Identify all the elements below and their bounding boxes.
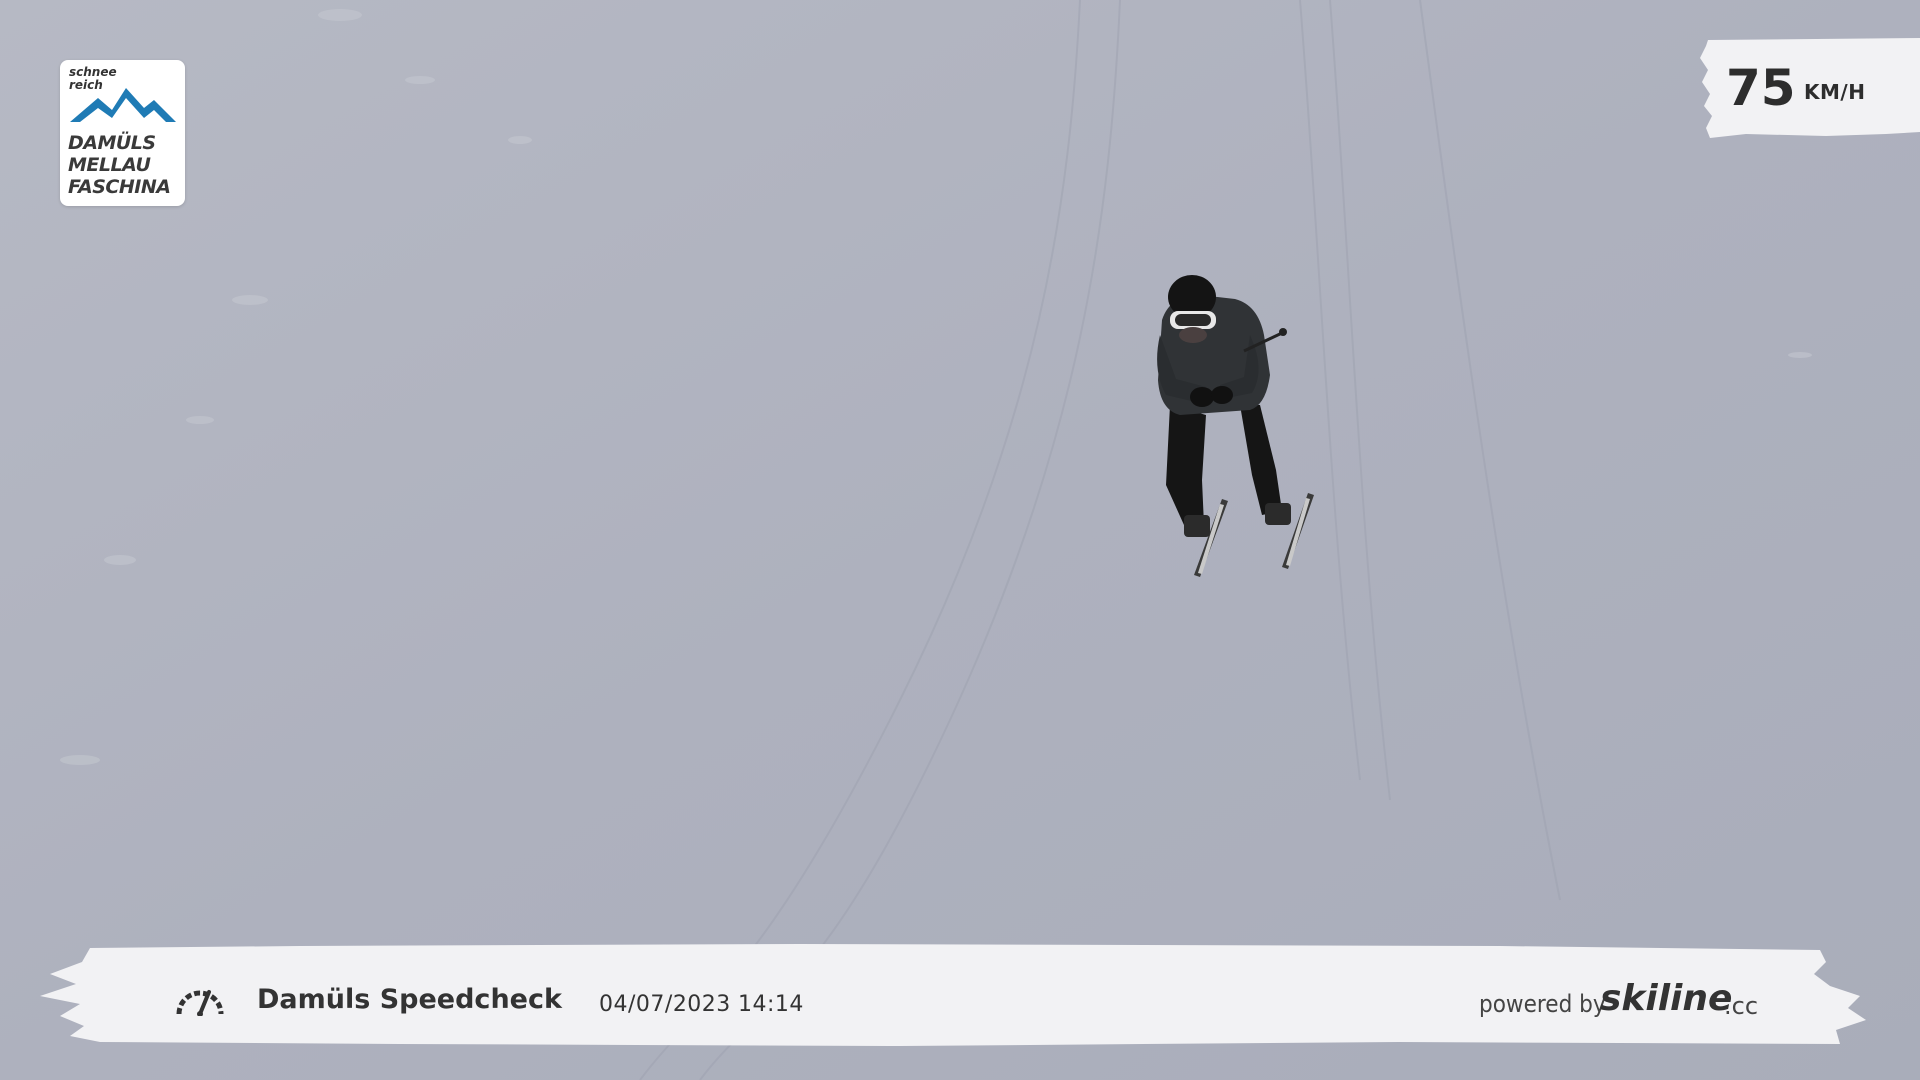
- speedcheck-title: Damüls Speedcheck: [257, 984, 562, 1015]
- info-bar: Damüls Speedcheck 04/07/2023 14:14 power…: [0, 940, 1920, 1055]
- skiline-brand: skiline: [1600, 978, 1733, 1019]
- speed-unit: KM/H: [1804, 80, 1866, 104]
- logo-name-mellau: MELLAU: [68, 154, 151, 176]
- speed-readout: 75 KM/H: [1686, 36, 1920, 138]
- logo-tagline-1: schnee: [69, 65, 117, 79]
- mountain-icon: [70, 88, 176, 122]
- speedcheck-date: 04/07/2023: [599, 992, 731, 1017]
- speedometer-icon: [176, 990, 224, 1016]
- skiline-brand-tld: .cc: [1724, 992, 1759, 1020]
- skier: [1140, 275, 1340, 585]
- resort-logo: schnee reich DAMÜLS MELLAU FASCHINA: [60, 60, 185, 206]
- speedcheck-time: 14:14: [738, 992, 804, 1017]
- ski-slope-photo: [0, 0, 1920, 1080]
- logo-resort-names: DAMÜLS MELLAU FASCHINA: [68, 132, 180, 198]
- powered-by-label: powered by: [1479, 990, 1606, 1018]
- logo-name-faschina: FASCHINA: [68, 176, 171, 198]
- logo-name-damuels: DAMÜLS: [68, 132, 156, 154]
- speed-value: 75: [1726, 59, 1796, 117]
